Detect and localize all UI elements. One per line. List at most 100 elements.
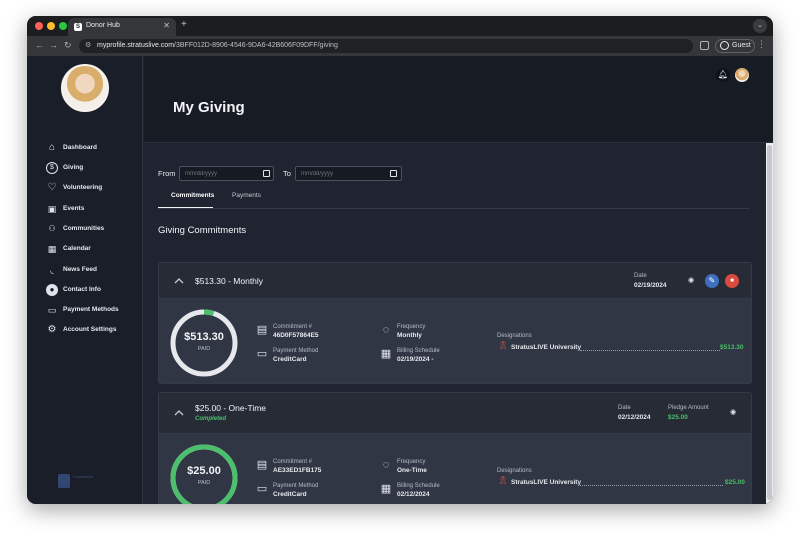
calendar-icon: ▦ <box>380 483 392 495</box>
ribbon-icon: 🎗︎ <box>498 476 509 485</box>
close-tab-icon[interactable]: ✕ <box>163 21 170 30</box>
receipt-icon: ▤ <box>256 324 268 336</box>
to-calendar-icon[interactable] <box>390 170 397 177</box>
rss-icon: ◟ <box>50 265 54 275</box>
view-icon[interactable]: ◉ <box>688 276 694 284</box>
date-value: 02/19/2024 <box>634 282 667 289</box>
tab-payments[interactable]: Payments <box>232 192 261 199</box>
favicon-icon: S <box>74 23 82 31</box>
date-value: 02/12/2024 <box>618 414 651 421</box>
site-settings-icon[interactable]: ⚙ <box>85 41 91 49</box>
credit-card-icon: ▭ <box>47 305 57 315</box>
tabs-divider <box>158 208 749 209</box>
new-tab-icon[interactable]: + <box>181 19 187 30</box>
billing-schedule-label: Billing Schedule <box>397 348 440 354</box>
to-date-input[interactable] <box>295 166 402 181</box>
sidebar-item-contact-info[interactable]: ● Contact Info <box>46 284 141 298</box>
view-icon[interactable]: ◉ <box>730 408 736 416</box>
payment-method: CreditCard <box>273 356 307 363</box>
stop-icon: ■ <box>730 278 734 284</box>
organization-logo: Foundation <box>58 472 118 492</box>
tab-search-icon[interactable]: ⌄ <box>753 19 767 33</box>
credit-card-icon: ▭ <box>256 483 268 495</box>
frequency-icon: ◌ <box>382 324 390 336</box>
commitment-number-label: Commitment # <box>273 324 313 330</box>
chevron-up-icon[interactable] <box>173 275 185 287</box>
tab-bar: S Donor Hub ✕ + ⌄ <box>27 16 773 36</box>
billing-schedule-label: Billing Schedule <box>397 483 440 489</box>
ribbon-icon: 🎗︎ <box>498 341 509 350</box>
frequency-icon: ◌ <box>382 459 390 471</box>
browser-window: S Donor Hub ✕ + ⌄ ← → ↻ ⚙ myprofile.stra… <box>27 16 773 504</box>
commitment-details: $25.00 PAID ▤ Commitment # AE33ED1FB175 … <box>159 434 751 504</box>
edit-button[interactable]: ✎ <box>705 274 719 288</box>
paid-label: PAID <box>197 480 211 486</box>
profile-icon <box>720 41 729 50</box>
date-label: Date <box>618 405 631 411</box>
date-label: Date <box>634 273 647 279</box>
page-header: 🔔︎ My Giving <box>144 56 773 143</box>
scrollbar[interactable] <box>766 143 773 504</box>
commitment-header[interactable]: $513.30 - Monthly Date 02/19/2024 ◉ ✎ ■ <box>159 263 751 299</box>
sidebar-item-communities[interactable]: ⚇ Communities <box>46 223 141 237</box>
forward-icon[interactable]: → <box>49 40 58 50</box>
designation-amount: $513.30 <box>720 344 744 351</box>
user-icon: ● <box>46 284 58 296</box>
back-icon[interactable]: ← <box>35 40 44 50</box>
status-badge: Completed <box>195 416 227 422</box>
sidebar-item-events[interactable]: ▣ Events <box>46 203 141 217</box>
heart-icon: ♡ <box>47 182 57 193</box>
dollar-icon: $ <box>46 162 58 174</box>
paid-amount: $513.30 <box>184 331 224 343</box>
designation-amount: $25.00 <box>725 479 745 486</box>
paid-progress-ring <box>170 309 238 377</box>
credit-card-icon: ▭ <box>256 348 268 360</box>
sidebar-item-giving[interactable]: $ Giving <box>46 162 141 176</box>
chevron-up-icon[interactable] <box>173 407 185 419</box>
close-window-button[interactable] <box>35 22 43 30</box>
sidebar-item-calendar[interactable]: ▦ Calendar <box>46 243 141 257</box>
main-content: 🔔︎ My Giving From To Commitments Payment… <box>144 56 773 504</box>
payment-method-label: Payment Method <box>273 348 319 354</box>
sidebar-item-news-feed[interactable]: ◟ News Feed <box>46 264 141 278</box>
pledge-amount: $25.00 <box>668 414 688 421</box>
browser-menu-icon[interactable]: ⋮ <box>757 39 766 50</box>
to-label: To <box>283 169 291 178</box>
minimize-window-button[interactable] <box>47 22 55 30</box>
commitment-card: $513.30 - Monthly Date 02/19/2024 ◉ ✎ ■ … <box>158 262 752 384</box>
sidebar-item-volunteering[interactable]: ♡ Volunteering <box>46 182 141 196</box>
commitment-title: $25.00 - One-Time <box>195 403 267 413</box>
frequency-label: Frequency <box>397 459 426 465</box>
frequency-label: Frequency <box>397 324 426 330</box>
url-text: myprofile.stratuslive.com/3BFF012D-8906-… <box>97 42 338 49</box>
designation-name: StratusLIVE University <box>511 344 582 351</box>
side-panel-icon[interactable] <box>700 41 709 50</box>
pledge-amount-label: Pledge Amount <box>668 405 709 411</box>
paid-label: PAID <box>197 346 211 352</box>
commitment-header[interactable]: $25.00 - One-Time Completed Date 02/12/2… <box>159 393 751 434</box>
gear-icon: ⚙ <box>47 324 57 335</box>
pencil-icon: ✎ <box>708 276 716 285</box>
scrollbar-thumb[interactable] <box>767 145 772 500</box>
browser-tab[interactable]: S Donor Hub ✕ <box>68 18 176 36</box>
url-input[interactable]: ⚙ myprofile.stratuslive.com/3BFF012D-890… <box>79 39 693 53</box>
user-avatar[interactable] <box>735 68 749 82</box>
sidebar-item-payment-methods[interactable]: ▭ Payment Methods <box>46 304 141 318</box>
commitment-title: $513.30 - Monthly <box>195 276 264 286</box>
sidebar-item-account-settings[interactable]: ⚙ Account Settings <box>46 324 141 338</box>
tab-commitments[interactable]: Commitments <box>171 192 214 199</box>
profile-button[interactable]: Guest <box>715 39 755 53</box>
from-date-input[interactable] <box>179 166 274 181</box>
sidebar-item-dashboard[interactable]: ⌂ Dashboard <box>46 142 141 156</box>
from-calendar-icon[interactable] <box>263 170 270 177</box>
tab-title: Donor Hub <box>86 22 120 29</box>
notifications-icon[interactable]: 🔔︎ <box>716 68 730 82</box>
profile-avatar[interactable] <box>61 64 109 112</box>
address-bar: ← → ↻ ⚙ myprofile.stratuslive.com/3BFF01… <box>27 36 773 56</box>
cancel-commitment-button[interactable]: ■ <box>725 274 739 288</box>
calendar-icon: ▦ <box>380 348 392 360</box>
designation-leader <box>580 350 720 351</box>
reload-icon[interactable]: ↻ <box>64 40 72 51</box>
receipt-icon: ▤ <box>256 459 268 471</box>
maximize-window-button[interactable] <box>59 22 67 30</box>
